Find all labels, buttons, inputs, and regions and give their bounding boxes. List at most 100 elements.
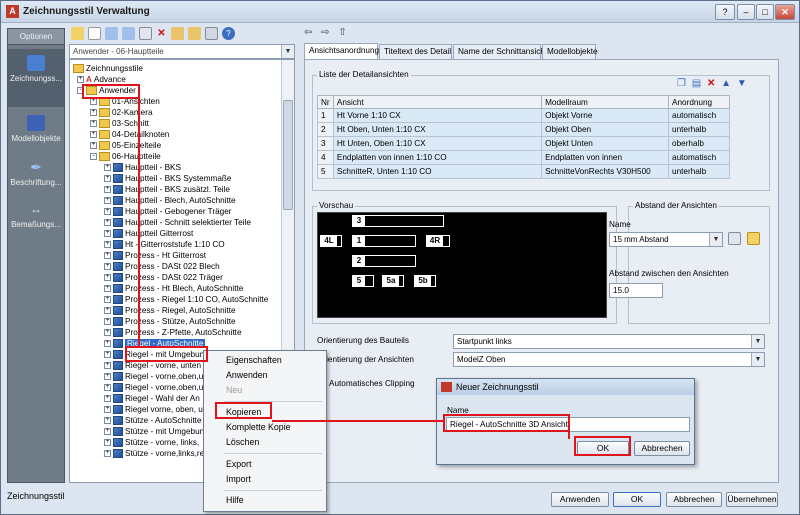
expand-icon[interactable]: + [104,285,111,293]
tree-item[interactable]: + Riegel vorne, oben, u [104,404,203,415]
tree-item[interactable]: + Prozess - Z-Pfette, AutoSchnitte [104,327,242,338]
expand-icon[interactable]: + [104,252,111,260]
help-icon[interactable]: ? [222,27,235,40]
edit-spacing-icon[interactable] [728,232,741,245]
tree-item[interactable]: + Hauptteil - BKS Systemmaße [104,173,231,184]
tree-group[interactable]: +02-Kamera [90,107,153,118]
paste-icon[interactable] [122,27,135,40]
expand-icon[interactable]: + [104,241,111,249]
tree-item[interactable]: + Hauptteil - BKS zusätzl. Teile [104,184,230,195]
new-icon[interactable]: ▤ [692,78,701,89]
expand-icon[interactable]: + [104,450,111,458]
expand-icon[interactable]: + [104,175,111,183]
tree-group[interactable]: +03-Schnitt [90,118,149,129]
folder-icon[interactable] [71,27,84,40]
tree-item[interactable]: + Hauptteil - BKS [104,162,181,173]
back-icon[interactable]: ⇦ [304,27,312,38]
tab-model-objects[interactable]: Modellobjekte [542,44,598,59]
expand-icon[interactable]: + [104,208,111,216]
expand-icon[interactable]: + [104,406,111,414]
accept-button[interactable]: Übernehmen [726,492,778,507]
collapse-icon[interactable]: - [90,153,97,161]
expand-icon[interactable]: + [104,186,111,194]
tree-item[interactable]: + Stütze - vorne, links, [104,437,199,448]
table-row[interactable]: 4 Endplatten von innen 1:10 CO Endplatten … [317,150,730,165]
tree-item[interactable]: + Riegel - vorne,oben,u [104,382,203,393]
tree-item[interactable]: + Ht - Gitterroststufe 1:10 CO [104,239,225,250]
expand-icon[interactable]: + [104,296,111,304]
expand-icon[interactable]: + [104,362,111,370]
tab-view-layout[interactable]: Ansichtsanordnung [304,43,379,59]
tree-item[interactable]: + Prozess - DASt 022 Träger [104,272,223,283]
menu-item-apply[interactable]: Anwenden [226,370,268,380]
tree-item[interactable]: + Prozess - Riegel, AutoSchnitte [104,305,236,316]
tree-node-root[interactable]: Zeichnungsstile [73,63,143,74]
import-icon[interactable] [188,27,201,40]
tree-item[interactable]: + Prozess - Stütze, AutoSchnitte [104,316,236,327]
expand-icon[interactable]: + [104,384,111,392]
expand-icon[interactable]: + [104,274,111,282]
table-row[interactable]: 1 Ht Vorne 1:10 CX Objekt Vorne automatisch [317,108,730,123]
tab-detail-title[interactable]: Titeltext des Detail [379,44,452,59]
menu-item-full-copy[interactable]: Komplette Kopie [226,422,291,432]
spacing-between-input[interactable]: 15.0 [609,283,663,298]
expand-icon[interactable]: + [77,76,84,84]
tree-item[interactable]: + Stütze - AutoSchnitte [104,415,201,426]
expand-icon[interactable]: + [104,263,111,271]
column-header[interactable]: Ansicht [332,95,543,109]
spacing-name-select[interactable]: 15 mm Abstand ▼ [609,232,723,247]
expand-icon[interactable]: + [90,109,97,117]
column-header[interactable]: Modellraum [541,95,670,109]
table-row[interactable]: 3 Ht Unten, Oben 1:10 CX Objekt Unten oberh… [317,136,730,151]
auto-clipping-option[interactable]: Automatisches Clipping [319,379,415,388]
table-row[interactable]: 5 SchnitteR, Unten 1:10 CO SchnitteVonRech… [317,164,730,179]
close-button[interactable]: ✕ [775,4,795,20]
tree-item[interactable]: + Prozess - Ht Gitterrost [104,250,206,261]
tree-item[interactable]: + Riegel - Wahl der An [104,393,200,404]
tree-group[interactable]: +05-Einzelteile [90,140,161,151]
view-orientation-select[interactable]: ModelZ Oben ▼ [453,352,765,367]
category-drawing-styles[interactable]: Zeichnungss... [8,49,64,107]
expand-icon[interactable]: + [104,439,111,447]
expand-icon[interactable]: + [104,307,111,315]
expand-icon[interactable]: + [104,395,111,403]
tree-item[interactable]: + Hauptteil Gitterrost [104,228,193,239]
tree-group[interactable]: - 06-Hauptteile [90,151,161,162]
apply-button[interactable]: Anwenden [551,492,609,507]
column-header[interactable]: Anordnung [668,95,730,109]
cancel-button[interactable]: Abbrechen [666,492,722,507]
expand-icon[interactable]: + [104,219,111,227]
copy-icon[interactable] [105,27,118,40]
delete-icon[interactable]: ✕ [155,27,168,40]
tree-item[interactable]: + Riegel - vorne,oben,u [104,371,203,382]
tree-item[interactable]: + Stütze - mit Umgebun [104,426,204,437]
spacing-grid-icon[interactable] [747,232,760,245]
expand-icon[interactable]: + [104,428,111,436]
export-icon[interactable] [171,27,184,40]
category-dimension[interactable]: ↔ Bemaßungs... [8,201,64,241]
column-header[interactable]: Nr [317,95,334,109]
expand-icon[interactable]: + [104,164,111,172]
tree-item[interactable]: + Stütze - vorne,links,re [104,448,204,459]
expand-icon[interactable]: + [90,142,97,150]
expand-icon[interactable]: + [104,230,111,238]
tree-item[interactable]: + Hauptteil - Gebogener Träger [104,206,232,217]
dialog-cancel-button[interactable]: Abbrechen [634,441,690,456]
style-combo[interactable]: Anwender - 06-Hauptteile ▼ [69,44,295,59]
expand-icon[interactable]: + [104,197,111,205]
ok-button[interactable]: OK [613,492,661,507]
tree-group[interactable]: +04-Detailknoten [90,129,169,140]
move-up-icon[interactable]: ▲ [721,78,731,89]
expand-icon[interactable]: + [90,98,97,106]
table-row[interactable]: 2 Ht Oben, Unten 1:10 CX Objekt Oben unterh… [317,122,730,137]
expand-icon[interactable]: + [90,120,97,128]
expand-icon[interactable]: + [104,318,111,326]
menu-item-help[interactable]: Hilfe [226,495,244,505]
forward-icon[interactable]: ⇨ [321,27,329,38]
tree-item[interactable]: + Prozess - Riegel 1:10 CO, AutoSchnitte [104,294,268,305]
expand-icon[interactable]: + [104,417,111,425]
help-button[interactable]: ? [715,4,735,20]
category-model-objects[interactable]: Modellobjekte [8,115,64,155]
properties-icon[interactable] [139,27,152,40]
part-orientation-select[interactable]: Startpunkt links ▼ [453,334,765,349]
